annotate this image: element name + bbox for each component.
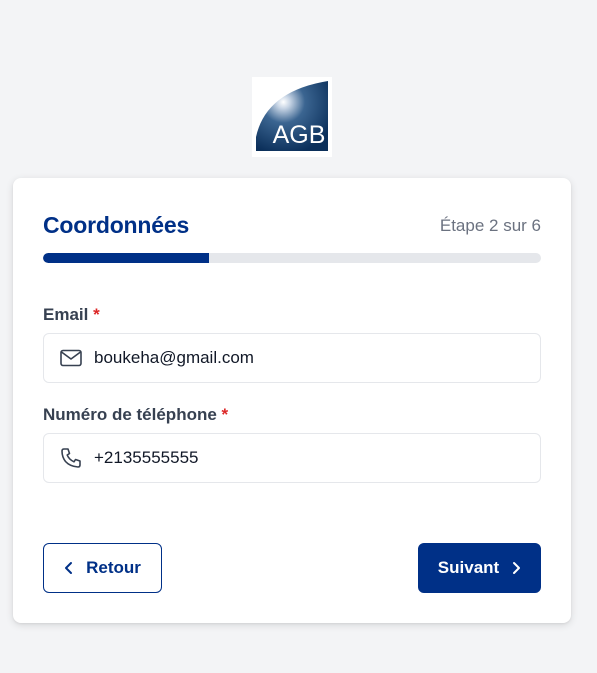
required-mark: * bbox=[93, 305, 100, 324]
next-button[interactable]: Suivant bbox=[418, 543, 541, 593]
phone-label: Numéro de téléphone * bbox=[43, 405, 228, 425]
email-label: Email * bbox=[43, 305, 100, 325]
phone-label-text: Numéro de téléphone bbox=[43, 405, 217, 424]
progress-bar bbox=[43, 253, 541, 263]
email-field[interactable] bbox=[43, 333, 541, 383]
mail-icon bbox=[58, 345, 84, 371]
back-button-label: Retour bbox=[86, 558, 141, 577]
chevron-left-icon bbox=[64, 561, 74, 575]
progress-bar-fill bbox=[43, 253, 209, 263]
phone-input[interactable] bbox=[94, 448, 540, 468]
contact-form-card: Coordonnées Étape 2 sur 6 Email * Numéro… bbox=[13, 178, 571, 623]
email-input[interactable] bbox=[94, 348, 540, 368]
required-mark: * bbox=[221, 405, 229, 424]
logo-text: AGB bbox=[273, 121, 326, 149]
phone-icon bbox=[58, 445, 84, 471]
email-label-text: Email bbox=[43, 305, 89, 324]
next-button-label: Suivant bbox=[437, 558, 500, 577]
agb-logo: AGB bbox=[252, 77, 332, 157]
chevron-right-icon bbox=[511, 561, 521, 575]
form-title: Coordonnées bbox=[43, 212, 190, 238]
back-button[interactable]: Retour bbox=[43, 543, 162, 593]
step-indicator: Étape 2 sur 6 bbox=[439, 216, 541, 235]
phone-field[interactable] bbox=[43, 433, 541, 483]
